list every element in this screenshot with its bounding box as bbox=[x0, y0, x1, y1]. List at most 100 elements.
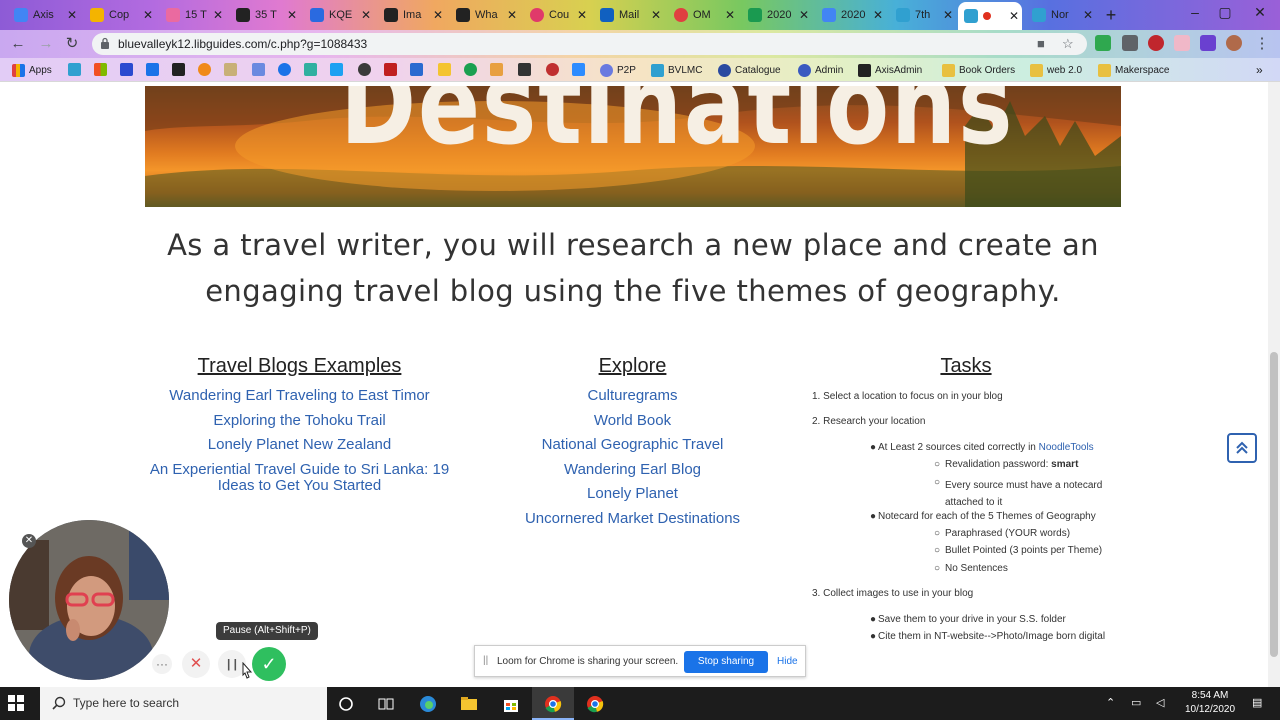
volume-icon[interactable]: ◁ bbox=[1156, 696, 1164, 709]
close-tab-icon[interactable]: ✕ bbox=[1080, 8, 1096, 22]
network-icon[interactable]: ▭ bbox=[1131, 696, 1141, 709]
noodletools-link[interactable]: NoodleTools bbox=[1039, 442, 1094, 453]
close-tab-icon[interactable]: ✕ bbox=[210, 8, 226, 22]
bookmark-apps[interactable]: Apps bbox=[12, 62, 52, 78]
taskbar-search-box[interactable]: Type here to search bbox=[40, 687, 327, 720]
cortana-icon[interactable] bbox=[336, 694, 356, 714]
bookmark-icon[interactable] bbox=[490, 63, 503, 76]
close-tab-icon[interactable]: ✕ bbox=[504, 8, 520, 22]
bookmark-icon[interactable] bbox=[438, 63, 451, 76]
close-window-icon[interactable]: ✕ bbox=[1245, 4, 1275, 21]
travel-blog-link[interactable]: Lonely Planet New Zealand bbox=[148, 433, 451, 458]
explore-link[interactable]: Wandering Earl Blog bbox=[500, 458, 765, 483]
finish-recording-button[interactable]: ✓ bbox=[252, 647, 286, 681]
chrome-profile-icon[interactable] bbox=[585, 694, 605, 714]
eyedropper-extension-icon[interactable] bbox=[1122, 35, 1138, 51]
more-options-icon[interactable]: ··· bbox=[152, 654, 172, 674]
browser-tab[interactable]: Cou ✕ bbox=[524, 3, 590, 27]
back-arrow-icon[interactable]: ← bbox=[8, 34, 28, 54]
bookmark-icon[interactable] bbox=[120, 63, 133, 76]
bookmark-icon[interactable] bbox=[252, 63, 265, 76]
taskbar-clock[interactable]: 8:54 AM 10/12/2020 bbox=[1180, 689, 1240, 717]
bookmark-admin[interactable]: Admin bbox=[798, 62, 843, 78]
puzzle-extensions-icon[interactable] bbox=[1200, 35, 1216, 51]
back-to-top-button[interactable] bbox=[1227, 433, 1257, 463]
close-tab-icon[interactable]: ✕ bbox=[796, 8, 812, 22]
more-bookmarks-icon[interactable]: » bbox=[1256, 62, 1263, 78]
edge-browser-icon[interactable] bbox=[418, 694, 438, 714]
explore-link[interactable]: World Book bbox=[500, 409, 765, 434]
browser-tab[interactable]: 2020 ✕ bbox=[742, 3, 812, 27]
minimize-window-icon[interactable]: – bbox=[1180, 4, 1210, 20]
extension-icon[interactable] bbox=[1174, 35, 1190, 51]
browser-tab[interactable]: KQE ✕ bbox=[304, 3, 374, 27]
close-tab-icon[interactable]: ✕ bbox=[430, 8, 446, 22]
store-icon[interactable] bbox=[501, 694, 521, 714]
bookmark-icon[interactable] bbox=[198, 63, 211, 76]
close-tab-icon[interactable]: ✕ bbox=[940, 8, 956, 22]
browser-tab[interactable]: Axis ✕ bbox=[8, 3, 80, 27]
bookmark-axisadmin[interactable]: AxisAdmin bbox=[858, 62, 922, 78]
active-browser-tab[interactable]: ✕ bbox=[958, 2, 1022, 30]
bookmark-icon[interactable] bbox=[384, 63, 397, 76]
close-tab-icon[interactable]: ✕ bbox=[648, 8, 664, 22]
close-tab-icon[interactable]: ✕ bbox=[870, 8, 886, 22]
address-bar[interactable]: bluevalleyk12.libguides.com/c.php?g=1088… bbox=[92, 33, 1087, 55]
browser-tab[interactable]: Cop ✕ bbox=[84, 3, 156, 27]
extension-icon[interactable] bbox=[1095, 35, 1111, 51]
explore-link[interactable]: Lonely Planet bbox=[500, 482, 765, 507]
show-hidden-icons-icon[interactable]: ⌃ bbox=[1106, 696, 1115, 709]
travel-blog-link[interactable]: Exploring the Tohoku Trail bbox=[148, 409, 451, 434]
scrollbar-thumb[interactable] bbox=[1270, 352, 1278, 657]
twitter-bookmark-icon[interactable] bbox=[330, 63, 343, 76]
bookmark-star-icon[interactable]: ☆ bbox=[1062, 36, 1074, 52]
bookmark-icon[interactable] bbox=[278, 63, 291, 76]
browser-tab[interactable]: Wha ✕ bbox=[450, 3, 520, 27]
bookmark-icon[interactable] bbox=[546, 63, 559, 76]
bookmark-icon[interactable] bbox=[304, 63, 317, 76]
bookmark-icon[interactable] bbox=[146, 63, 159, 76]
profile-avatar[interactable] bbox=[1226, 35, 1242, 51]
drag-handle-icon[interactable]: || bbox=[483, 655, 488, 666]
windows-start-icon[interactable] bbox=[8, 695, 24, 711]
cancel-recording-button[interactable]: ✕ bbox=[182, 650, 210, 678]
close-webcam-icon[interactable]: ✕ bbox=[22, 534, 36, 548]
browser-menu-icon[interactable]: ⋮ bbox=[1252, 34, 1272, 54]
bookmark-catalogue[interactable]: Catalogue bbox=[718, 62, 781, 78]
amazon-bookmark-icon[interactable] bbox=[172, 63, 185, 76]
browser-tab[interactable]: 7th ✕ bbox=[890, 3, 956, 27]
extension-icon[interactable] bbox=[1148, 35, 1164, 51]
close-tab-icon[interactable]: ✕ bbox=[140, 8, 156, 22]
bookmark-makerspace[interactable]: Makerspace bbox=[1098, 62, 1169, 78]
bookmark-icon[interactable] bbox=[410, 63, 423, 76]
browser-tab[interactable]: Mail ✕ bbox=[594, 3, 664, 27]
bookmark-book-orders[interactable]: Book Orders bbox=[942, 62, 1015, 78]
chrome-taskbar-button[interactable] bbox=[532, 687, 574, 720]
bookmark-web20[interactable]: web 2.0 bbox=[1030, 62, 1082, 78]
browser-tab[interactable]: OM ✕ bbox=[668, 3, 738, 27]
browser-tab[interactable]: 15 T ✕ bbox=[160, 3, 226, 27]
task-view-icon[interactable] bbox=[376, 694, 396, 714]
microsoft-bookmark-icon[interactable] bbox=[94, 63, 107, 76]
browser-tab[interactable]: 35 T ✕ bbox=[230, 3, 300, 27]
explore-link[interactable]: Uncornered Market Destinations bbox=[500, 507, 765, 532]
close-tab-icon[interactable]: ✕ bbox=[1006, 9, 1022, 23]
travel-blog-link[interactable]: An Experiential Travel Guide to Sri Lank… bbox=[148, 461, 451, 494]
bookmark-icon[interactable] bbox=[358, 63, 371, 76]
reload-icon[interactable]: ↻ bbox=[62, 34, 82, 54]
browser-tab[interactable]: Ima ✕ bbox=[378, 3, 446, 27]
close-tab-icon[interactable]: ✕ bbox=[284, 8, 300, 22]
close-tab-icon[interactable]: ✕ bbox=[722, 8, 738, 22]
bookmark-icon[interactable] bbox=[518, 63, 531, 76]
travel-blog-link[interactable]: Wandering Earl Traveling to East Timor bbox=[148, 384, 451, 409]
camera-indicator-icon[interactable]: ■ bbox=[1037, 36, 1045, 51]
forward-arrow-icon[interactable]: → bbox=[36, 34, 56, 54]
bookmark-bvlmc[interactable]: BVLMC bbox=[651, 62, 702, 78]
file-explorer-icon[interactable] bbox=[459, 694, 479, 714]
browser-tab[interactable]: Nor ✕ bbox=[1026, 3, 1096, 27]
browser-tab[interactable]: 2020 ✕ bbox=[816, 3, 886, 27]
zoom-bookmark-icon[interactable] bbox=[572, 63, 585, 76]
bookmark-icon[interactable] bbox=[464, 63, 477, 76]
explore-link[interactable]: National Geographic Travel bbox=[500, 433, 765, 458]
close-tab-icon[interactable]: ✕ bbox=[358, 8, 374, 22]
